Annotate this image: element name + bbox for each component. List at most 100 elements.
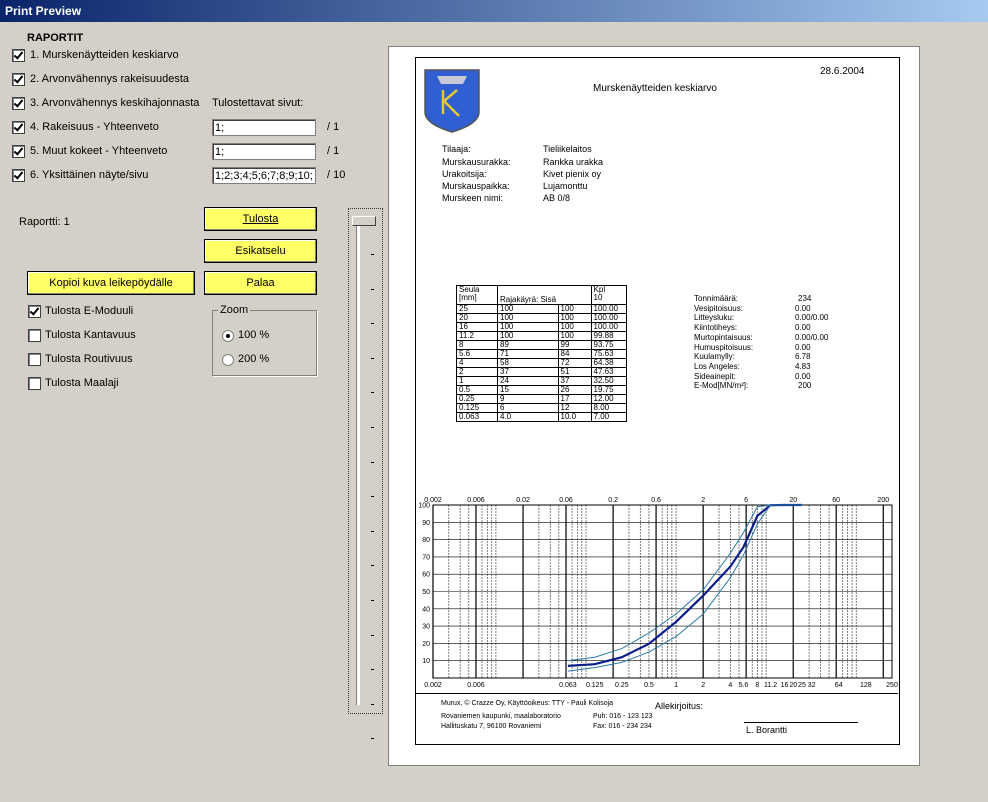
sieve-cell: 7.00	[590, 412, 627, 422]
chart-top-tick-label: 6	[744, 497, 748, 504]
option-maalaji-checkbox[interactable]	[28, 377, 41, 390]
option-kantavuus-checkbox[interactable]	[28, 329, 41, 342]
chart-series-line	[567, 504, 802, 662]
report-6-checkbox[interactable]	[12, 169, 25, 182]
sieve-row: 0.063 4.0 10.0 7.00	[456, 412, 627, 422]
preview-button[interactable]: Esikatselu	[204, 239, 317, 263]
signer-name: L. Borantti	[746, 725, 788, 735]
slider-tick	[371, 288, 374, 290]
slider-tick	[371, 600, 374, 601]
pages-field-report-4[interactable]: 1;	[212, 119, 316, 136]
report-4-label[interactable]: 4. Rakeisuus - Yhteenveto	[30, 121, 159, 133]
report-5-label[interactable]: 5. Muut kokeet - Yhteenveto	[30, 145, 167, 157]
chart-top-tick-label: 0.02	[516, 497, 530, 504]
report-3-label[interactable]: 3. Arvonvähennys keskihajonnasta	[30, 97, 199, 109]
footer-phone: Puh: 016 - 123 123	[593, 713, 653, 720]
property-value: 234	[798, 294, 812, 303]
pages-field-report-6[interactable]: 1;2;3;4;5;6;7;8;9;10;	[212, 167, 316, 184]
sieve-header-cell: Kpl 10	[590, 285, 627, 305]
option-emod-label[interactable]: Tulosta E-Moduuli	[45, 305, 133, 317]
sieve-cell: 0.063	[456, 412, 498, 422]
info-value-paikka: Lujamonttu	[543, 181, 588, 191]
property-value: 4.83	[795, 361, 811, 371]
property-value: 200	[798, 381, 812, 391]
zoom-200-radio[interactable]	[222, 354, 234, 366]
pages-total-report-5: / 1	[327, 145, 340, 157]
report-4-checkbox[interactable]	[12, 121, 25, 134]
sieve-header-text: 10	[593, 293, 603, 302]
chart-bottom-tick-label: 4	[728, 682, 732, 689]
footer-divider	[415, 693, 898, 694]
sieve-cell: 15	[497, 385, 559, 395]
chart-y-tick-label: 80	[422, 537, 430, 544]
chart-y-tick-label: 60	[422, 572, 430, 579]
chart-top-tick-label: 2	[701, 497, 705, 504]
sieve-cell: 9	[497, 394, 559, 404]
grading-chart: 0.002 0.006 0.02 0.06 0.2 0.6 2 6 20 60 2000.002 0.…	[418, 497, 898, 689]
property-value: 0.00	[795, 323, 811, 333]
chart-bottom-tick-label: 250	[886, 682, 898, 689]
footer-copyright: Murux, © Crazze Oy, Käyttöoikeus: TTY - …	[441, 700, 614, 707]
chart-top-tick-label: 0.006	[467, 497, 485, 504]
chart-bottom-tick-label: 128	[860, 682, 872, 689]
page-slider[interactable]	[348, 208, 383, 714]
slider-thumb[interactable]	[352, 216, 376, 226]
chart-bottom-tick-label: 1	[674, 682, 678, 689]
footer-address-2: Hallituskatu 7, 96100 Rovaniemi	[441, 723, 542, 730]
report-1-checkbox[interactable]	[12, 49, 25, 62]
report-2-checkbox[interactable]	[12, 73, 25, 86]
copy-clipboard-button[interactable]: Kopioi kuva leikepöydälle	[27, 271, 195, 295]
chart-y-tick-label: 10	[422, 658, 430, 665]
pages-field-report-5[interactable]: 1;	[212, 143, 316, 160]
chart-bottom-tick-label: 2	[701, 682, 705, 689]
property-key: Litteysluku:	[694, 313, 735, 323]
property-key: E-Mod[MN/m²]:	[694, 381, 749, 391]
print-button[interactable]: Tulosta	[204, 207, 317, 231]
report-title: Murskenäytteiden keskiarvo	[593, 83, 717, 94]
chart-bottom-tick-label: 0.125	[586, 682, 604, 689]
slider-tick	[371, 634, 374, 636]
property-key: Tonnimäärä:	[694, 294, 739, 303]
window-title: Print Preview	[5, 4, 82, 18]
slider-track	[356, 222, 360, 705]
reports-heading: RAPORTIT	[27, 32, 84, 44]
report-6-label[interactable]: 6. Yksittäinen näyte/sivu	[30, 169, 148, 181]
zoom-100-label[interactable]: 100 %	[238, 329, 269, 341]
chart-y-tick-label: 40	[422, 606, 430, 613]
chart-y-tick-label: 20	[422, 641, 430, 648]
option-kantavuus-label[interactable]: Tulosta Kantavuus	[45, 329, 136, 341]
slider-tick	[371, 254, 374, 255]
property-value: 0.00/0.00	[795, 332, 829, 342]
zoom-label: Zoom	[218, 304, 251, 316]
zoom-200-label[interactable]: 200 %	[238, 353, 269, 365]
option-routivuus-checkbox[interactable]	[28, 353, 41, 366]
info-value-urakka: Rankka urakka	[543, 157, 604, 167]
info-value-tilaaja: Tieliikelaitos	[543, 144, 592, 154]
chart-bottom-tick-label: 0.5	[644, 682, 654, 689]
report-3-checkbox[interactable]	[12, 97, 25, 110]
info-key-tilaaja: Tilaaja:	[442, 144, 471, 154]
report-5-checkbox[interactable]	[12, 145, 25, 158]
sieve-cell: 4.0	[497, 412, 559, 422]
chart-series-line	[567, 504, 802, 672]
zoom-group	[212, 310, 317, 376]
option-emod-checkbox[interactable]	[28, 305, 41, 318]
chart-top-tick-label: 0.6	[651, 497, 661, 504]
report-1-label[interactable]: 1. Murskenäytteiden keskiarvo	[30, 49, 179, 61]
footer-address-1: Rovaniemen kaupunki, maalaboratorio	[441, 713, 561, 720]
chart-bottom-tick-label: 20	[789, 682, 797, 689]
back-button[interactable]: Palaa	[204, 271, 317, 295]
property-key: Humuspitoisuus:	[694, 342, 754, 352]
slider-tick	[371, 565, 374, 567]
property-key: Murtopintaisuus:	[694, 332, 753, 342]
report-2-label[interactable]: 2. Arvonvähennys rakeisuudesta	[30, 73, 189, 85]
chart-bottom-tick-label: 16	[781, 682, 789, 689]
chart-bottom-tick-label: 8	[755, 682, 759, 689]
option-routivuus-label[interactable]: Tulosta Routivuus	[45, 353, 133, 365]
footer-fax: Fax: 016 - 234 234	[593, 723, 652, 730]
chart-y-tick-label: 30	[422, 624, 430, 631]
zoom-100-radio[interactable]	[222, 330, 234, 342]
option-maalaji-label[interactable]: Tulosta Maalaji	[45, 377, 119, 389]
slider-tick	[371, 392, 374, 394]
chart-top-tick-label: 20	[789, 497, 797, 504]
